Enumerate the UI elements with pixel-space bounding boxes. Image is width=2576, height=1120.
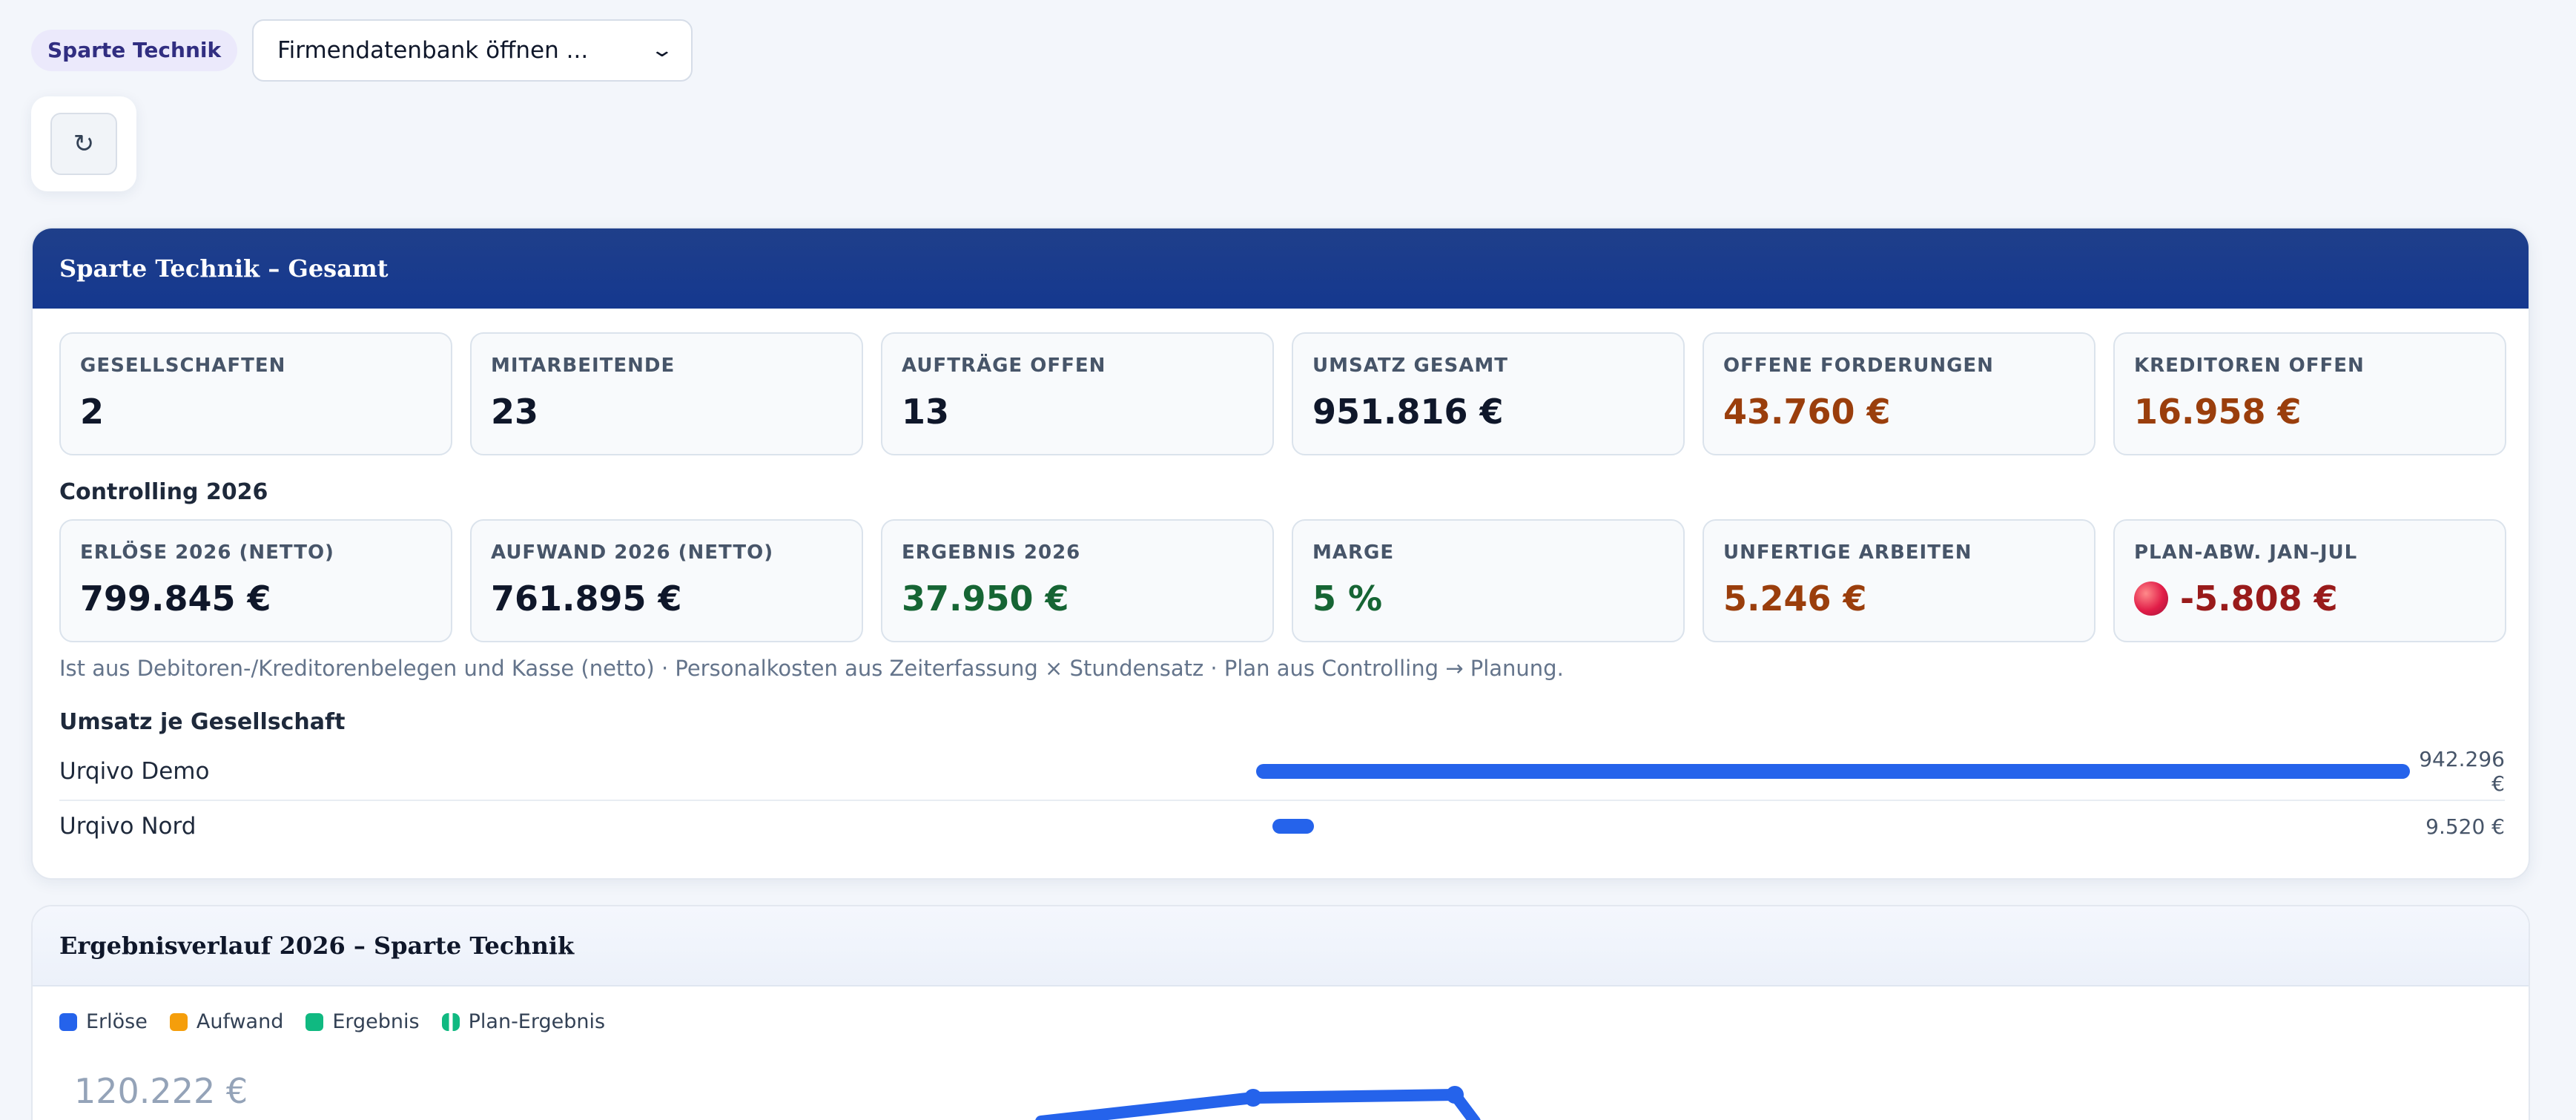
kpi-value: 13 bbox=[902, 392, 950, 432]
kpi-card-kreditoren-offen: KREDITOREN OFFEN 16.958 € bbox=[2113, 332, 2506, 455]
kpi-value: 951.816 € bbox=[1312, 392, 1504, 432]
panel-header: Sparte Technik – Gesamt bbox=[33, 228, 2529, 309]
kpi-label: ERGEBNIS 2026 bbox=[902, 541, 1081, 564]
kpi-value: 761.895 € bbox=[491, 579, 682, 619]
kpi-label: MARGE bbox=[1312, 541, 1395, 564]
kpi-card-erloese: ERLÖSE 2026 (NETTO) 799.845 € bbox=[59, 519, 452, 642]
kpi-card-offene-forderungen: OFFENE FORDERUNGEN 43.760 € bbox=[1703, 332, 2096, 455]
kpi-value: 799.845 € bbox=[80, 579, 271, 619]
umsatz-title: Umsatz je Gesellschaft bbox=[59, 709, 346, 735]
chevron-down-icon: ⌄ bbox=[650, 39, 675, 62]
refresh-button[interactable]: ↻ bbox=[50, 113, 117, 175]
umsatz-bar-track bbox=[1256, 764, 2419, 779]
kpi-value: 16.958 € bbox=[2134, 392, 2302, 432]
erloese-point[interactable] bbox=[1446, 1086, 1464, 1104]
panel-title: Sparte Technik – Gesamt bbox=[59, 254, 389, 283]
kpi-card-gesellschaften: GESELLSCHAFTEN 2 bbox=[59, 332, 452, 455]
kpi-value-with-status: -5.808 € bbox=[2134, 579, 2486, 619]
kpi-label: ERLÖSE 2026 (NETTO) bbox=[80, 541, 334, 564]
kpi-value: 2 bbox=[80, 392, 105, 432]
ergebnisverlauf-panel: Ergebnisverlauf 2026 – Sparte Technik Er… bbox=[31, 905, 2530, 1120]
kpi-card-umsatz-gesamt: UMSATZ GESAMT 951.816 € bbox=[1292, 332, 1685, 455]
kpi-label: AUFWAND 2026 (NETTO) bbox=[491, 541, 774, 564]
kpi-label: UMSATZ GESAMT bbox=[1312, 355, 1509, 377]
refresh-card: ↻ bbox=[31, 96, 136, 191]
result-chart bbox=[1035, 1086, 1481, 1120]
sparte-overview-panel: Sparte Technik – Gesamt GESELLSCHAFTEN 2… bbox=[31, 227, 2530, 880]
kpi-card-plan-abweichung: PLAN-ABW. JAN–JUL -5.808 € bbox=[2113, 519, 2506, 642]
kpi-card-auftraege-offen: AUFTRÄGE OFFEN 13 bbox=[881, 332, 1274, 455]
kpi-label: KREDITOREN OFFEN bbox=[2134, 355, 2365, 377]
kpi-value: -5.808 € bbox=[2180, 579, 2338, 619]
kpi-value: 5.246 € bbox=[1723, 579, 1867, 619]
top-bar: Sparte Technik Firmendatenbank öffnen ..… bbox=[31, 19, 693, 82]
kpi-label: UNFERTIGE ARBEITEN bbox=[1723, 541, 1972, 564]
umsatz-amount: 9.520 € bbox=[2425, 814, 2505, 839]
kpi-card-unfertige-arbeiten: UNFERTIGE ARBEITEN 5.246 € bbox=[1703, 519, 2096, 642]
kpi-label: GESELLSCHAFTEN bbox=[80, 355, 286, 377]
data-source-note: Ist aus Debitoren-/Kreditorenbelegen und… bbox=[59, 656, 1564, 681]
umsatz-bar bbox=[1256, 764, 2411, 779]
kpi-card-marge: MARGE 5 % bbox=[1292, 519, 1685, 642]
kpi-card-ergebnis: ERGEBNIS 2026 37.950 € bbox=[881, 519, 1274, 642]
erloese-point[interactable] bbox=[1244, 1089, 1262, 1107]
umsatz-amount: 942.296 € bbox=[2419, 747, 2505, 796]
kpi-label: OFFENE FORDERUNGEN bbox=[1723, 355, 1994, 377]
kpi-value: 23 bbox=[491, 392, 539, 432]
controlling-title: Controlling 2026 bbox=[59, 479, 268, 505]
company-name: Urqivo Demo bbox=[59, 758, 210, 785]
kpi-row-overview: GESELLSCHAFTEN 2 MITARBEITENDE 23 AUFTRÄ… bbox=[59, 332, 2506, 455]
refresh-icon: ↻ bbox=[73, 129, 95, 159]
umsatz-bar-track bbox=[1259, 819, 2425, 834]
company-name: Urqivo Nord bbox=[59, 813, 196, 840]
umsatz-row: Urqivo Demo 942.296 € bbox=[59, 745, 2505, 798]
kpi-card-aufwand: AUFWAND 2026 (NETTO) 761.895 € bbox=[470, 519, 863, 642]
status-red-dot-icon bbox=[2134, 582, 2168, 616]
database-select[interactable]: Firmendatenbank öffnen ... ⌄ bbox=[252, 19, 693, 82]
database-select-value: Firmendatenbank öffnen ... bbox=[277, 37, 589, 64]
kpi-card-mitarbeitende: MITARBEITENDE 23 bbox=[470, 332, 863, 455]
kpi-value: 5 % bbox=[1312, 579, 1383, 619]
kpi-value: 37.950 € bbox=[902, 579, 1069, 619]
kpi-value: 43.760 € bbox=[1723, 392, 1891, 432]
kpi-label: AUFTRÄGE OFFEN bbox=[902, 355, 1106, 377]
sparte-badge: Sparte Technik bbox=[31, 30, 238, 71]
kpi-label: PLAN-ABW. JAN–JUL bbox=[2134, 541, 2358, 564]
umsatz-bar bbox=[1272, 819, 1314, 834]
umsatz-row: Urqivo Nord 9.520 € bbox=[59, 800, 2505, 853]
kpi-row-controlling: ERLÖSE 2026 (NETTO) 799.845 € AUFWAND 20… bbox=[59, 519, 2506, 642]
kpi-label: MITARBEITENDE bbox=[491, 355, 676, 377]
